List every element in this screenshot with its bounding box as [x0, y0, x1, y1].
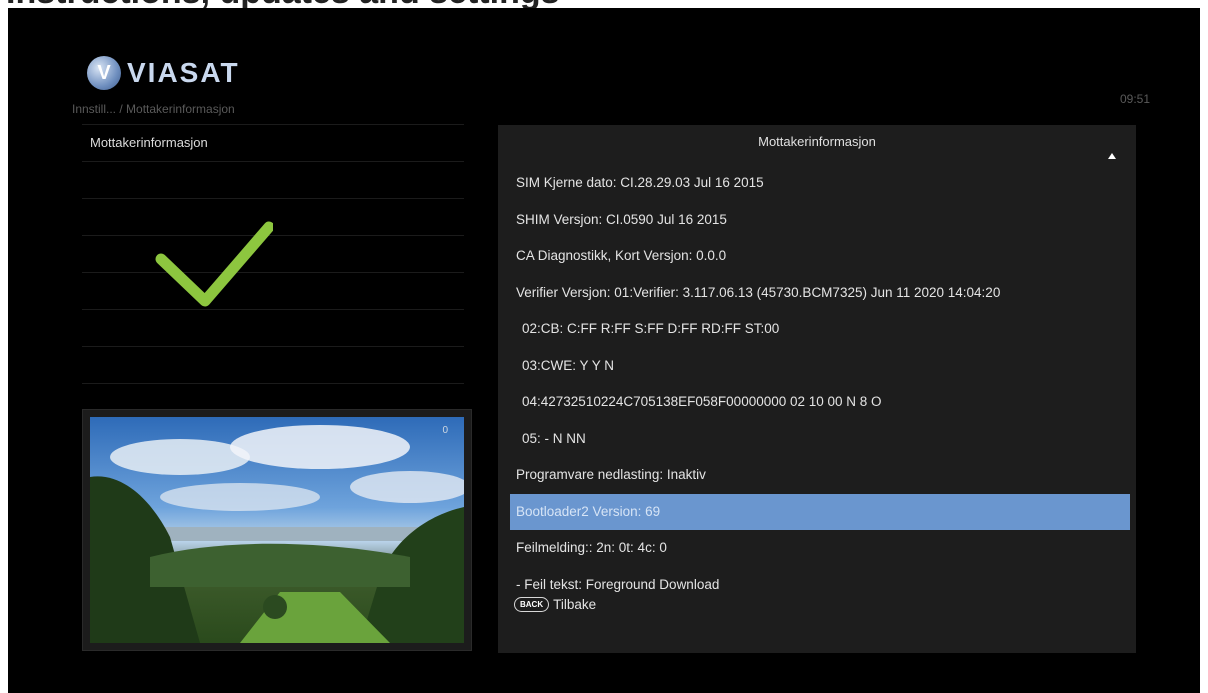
menu-empty-row [82, 161, 464, 198]
green-checkmark-icon [155, 221, 273, 307]
receiver-info-panel: Mottakerinformasjon SIM Kjerne dato: CI.… [498, 125, 1136, 653]
tv-screen: VIASAT Innstill... / Mottakerinformasjon… [8, 8, 1200, 693]
viasat-logo: VIASAT [87, 56, 240, 90]
clock: 09:51 [1119, 92, 1150, 106]
menu-item-label: Mottakerinformasjon [90, 135, 208, 150]
info-row[interactable]: SHIM Versjon: CI.0590 Jul 16 2015 [510, 202, 1130, 239]
info-list: SIM Kjerne dato: CI.28.29.03 Jul 16 2015… [510, 165, 1130, 603]
brand-name: VIASAT [127, 57, 240, 88]
live-tv-preview: 0 [82, 409, 472, 651]
settings-menu: Mottakerinformasjon [82, 124, 464, 420]
menu-empty-row [82, 198, 464, 235]
info-row[interactable]: 04:42732510224C705138EF058F00000000 02 1… [510, 384, 1130, 421]
info-row[interactable]: Verifier Versjon: 01:Verifier: 3.117.06.… [510, 275, 1130, 312]
back-label: Tilbake [553, 597, 597, 612]
info-row[interactable]: 05: - N NN [510, 421, 1130, 458]
info-row-selected[interactable]: Bootloader2 Version: 69 [510, 493, 1130, 530]
menu-empty-row [82, 309, 464, 346]
menu-empty-row [82, 346, 464, 383]
preview-hud: 0 [442, 425, 448, 436]
landscape-video-image: 0 [90, 417, 464, 643]
menu-empty-row [82, 235, 464, 272]
info-row[interactable]: 03:CWE: Y Y N [510, 348, 1130, 385]
viasat-logo-icon [87, 56, 121, 90]
info-row[interactable]: CA Diagnostikk, Kort Versjon: 0.0.0 [510, 238, 1130, 275]
panel-title: Mottakerinformasjon [758, 134, 876, 149]
back-key-icon: BACK [514, 597, 550, 612]
menu-empty-row [82, 272, 464, 309]
menu-item-mottakerinformasjon[interactable]: Mottakerinformasjon [82, 124, 464, 161]
info-row[interactable]: - Feil tekst: Foreground Download [510, 567, 1130, 604]
info-row[interactable]: 02:CB: C:FF R:FF S:FF D:FF RD:FF ST:00 [510, 311, 1130, 348]
info-row[interactable]: SIM Kjerne dato: CI.28.29.03 Jul 16 2015 [510, 165, 1130, 202]
info-row[interactable]: Feilmelding:: 2n: 0t: 4c: 0 [510, 530, 1130, 567]
breadcrumb: Innstill... / Mottakerinformasjon [72, 102, 235, 116]
back-button[interactable]: BACK Tilbake [514, 597, 596, 612]
scroll-up-icon[interactable] [1108, 153, 1116, 159]
info-row[interactable]: Programvare nedlasting: Inaktiv [510, 457, 1130, 494]
